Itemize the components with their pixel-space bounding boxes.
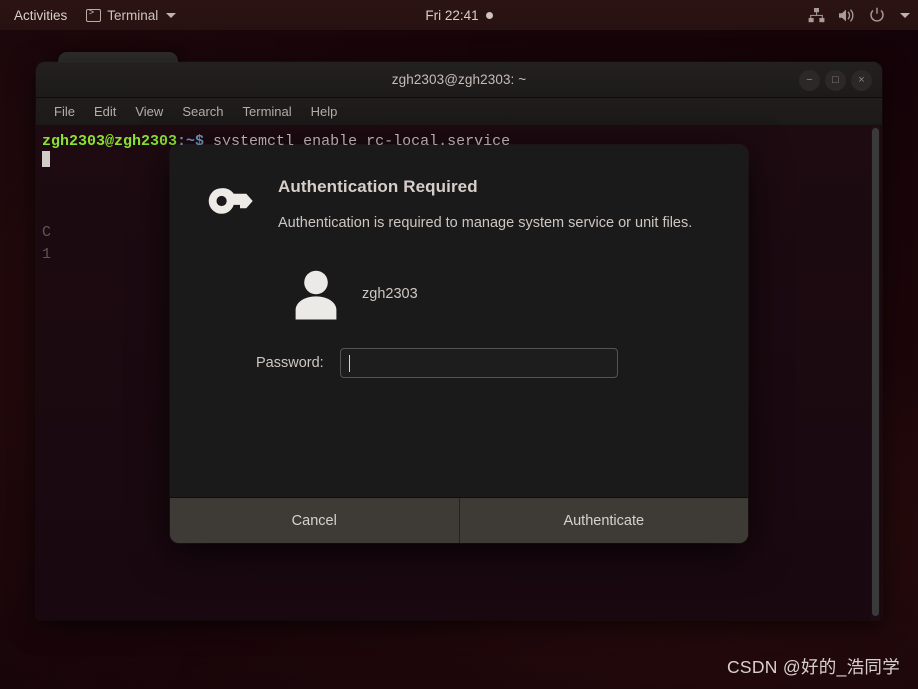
cancel-button[interactable]: Cancel (170, 498, 459, 543)
menu-file[interactable]: File (46, 101, 83, 122)
activities-label: Activities (14, 7, 68, 23)
gnome-top-bar: Activities Terminal Fri 22:41 (0, 0, 918, 30)
app-menu-label: Terminal (107, 7, 159, 23)
volume-icon (839, 8, 854, 22)
menu-help[interactable]: Help (303, 101, 346, 122)
clock-label: Fri 22:41 (425, 7, 479, 23)
terminal-title: zgh2303@zgh2303: ~ (391, 72, 527, 87)
auth-user-row: zgh2303 (204, 268, 714, 320)
chevron-down-icon (166, 12, 177, 18)
terminal-scrollbar-thumb[interactable] (872, 128, 879, 616)
terminal-obscured-output: C 1 (42, 222, 51, 266)
key-icon (208, 188, 253, 214)
auth-dialog-content: Authentication Required Authentication i… (170, 145, 748, 497)
menu-view[interactable]: View (127, 101, 171, 122)
window-controls: − □ × (799, 62, 872, 98)
terminal-titlebar[interactable]: zgh2303@zgh2303: ~ − □ × (36, 62, 882, 98)
auth-dialog-actions: Cancel Authenticate (170, 497, 748, 543)
terminal-menubar: File Edit View Search Terminal Help (36, 98, 882, 126)
auth-username: zgh2303 (362, 286, 418, 302)
obscured-line-2: 1 (42, 246, 52, 263)
recording-dot-icon (485, 11, 493, 19)
system-tray[interactable] (808, 0, 910, 30)
password-input[interactable] (339, 348, 618, 378)
authenticate-button[interactable]: Authenticate (458, 498, 748, 543)
text-cursor (348, 354, 351, 372)
tray-chevron-down-icon (900, 12, 910, 18)
power-icon (870, 7, 884, 22)
authentication-dialog: Authentication Required Authentication i… (170, 145, 748, 543)
auth-password-row: Password: (204, 348, 714, 378)
auth-title: Authentication Required (278, 177, 478, 196)
terminal-cursor (42, 151, 50, 167)
close-button[interactable]: × (851, 69, 872, 91)
menu-edit[interactable]: Edit (86, 101, 124, 122)
menu-terminal[interactable]: Terminal (235, 101, 300, 122)
minimize-button[interactable]: − (799, 69, 820, 91)
terminal-scrollbar[interactable] (871, 126, 880, 620)
authenticate-button-label: Authenticate (563, 512, 645, 529)
password-label: Password: (256, 355, 324, 371)
activities-button[interactable]: Activities (0, 0, 78, 30)
cancel-button-label: Cancel (291, 512, 337, 529)
app-menu-button[interactable]: Terminal (78, 0, 184, 30)
terminal-icon (86, 7, 102, 22)
watermark: CSDN @好的_浩同学 (726, 657, 900, 677)
auth-header: Authentication Required Authentication i… (204, 175, 714, 234)
terminal-prompt-user: zgh2303@zgh2303 (42, 133, 178, 150)
user-avatar-icon (295, 270, 337, 320)
auth-text-block: Authentication Required Authentication i… (278, 175, 692, 234)
obscured-line-1: C (42, 224, 52, 241)
auth-message: Authentication is required to manage sys… (278, 215, 693, 231)
maximize-button[interactable]: □ (825, 69, 846, 91)
menu-search[interactable]: Search (174, 101, 231, 122)
wired-network-icon (808, 7, 825, 22)
